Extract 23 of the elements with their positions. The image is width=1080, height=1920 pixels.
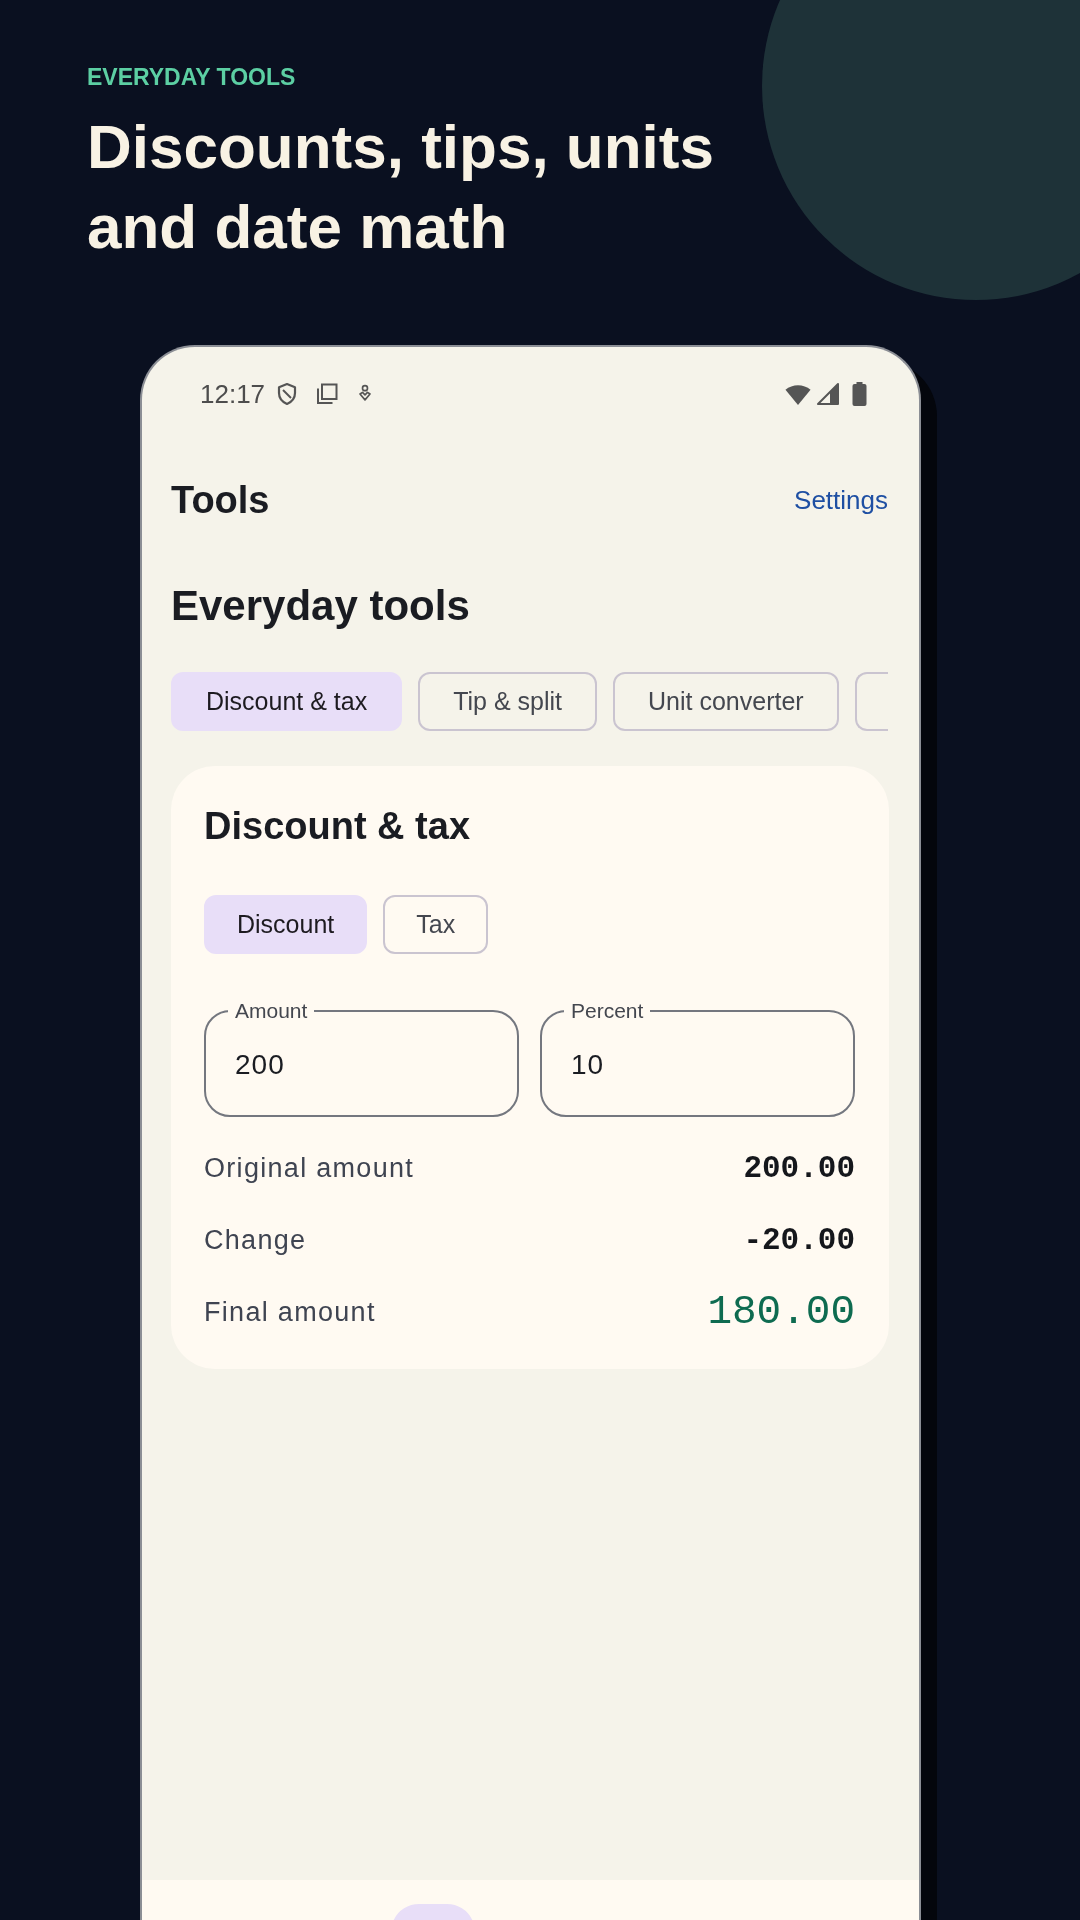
result-value: -20.00 bbox=[743, 1222, 855, 1258]
tool-chip[interactable]: Tip & split bbox=[418, 672, 597, 731]
settings-button[interactable]: Settings bbox=[794, 484, 888, 516]
app-title: Tools bbox=[171, 478, 270, 522]
hero-title: Discounts, tips, units and date math bbox=[87, 111, 715, 263]
result-label: Original amount bbox=[204, 1152, 415, 1184]
result-value: 180.00 bbox=[707, 1289, 855, 1335]
section-title: Everyday tools bbox=[171, 582, 470, 630]
tool-chip[interactable] bbox=[854, 672, 888, 731]
tool-chip[interactable]: Discount & tax bbox=[171, 672, 403, 731]
wifi-icon bbox=[784, 382, 812, 406]
tool-chip[interactable]: Unit converter bbox=[613, 672, 839, 731]
result-label: Final amount bbox=[204, 1296, 376, 1328]
result-label: Change bbox=[204, 1224, 307, 1256]
copy-icon bbox=[315, 382, 340, 406]
signal-icon bbox=[816, 382, 840, 406]
result-value: 200.00 bbox=[743, 1150, 855, 1186]
mode-chip[interactable]: Tax bbox=[383, 895, 489, 954]
hero-eyebrow: EVERYDAY TOOLS bbox=[87, 64, 296, 90]
battery-icon bbox=[852, 382, 867, 406]
mode-chip[interactable]: Discount bbox=[204, 895, 368, 954]
card-title: Discount & tax bbox=[204, 804, 471, 848]
status-time: 12:17 bbox=[200, 378, 266, 410]
